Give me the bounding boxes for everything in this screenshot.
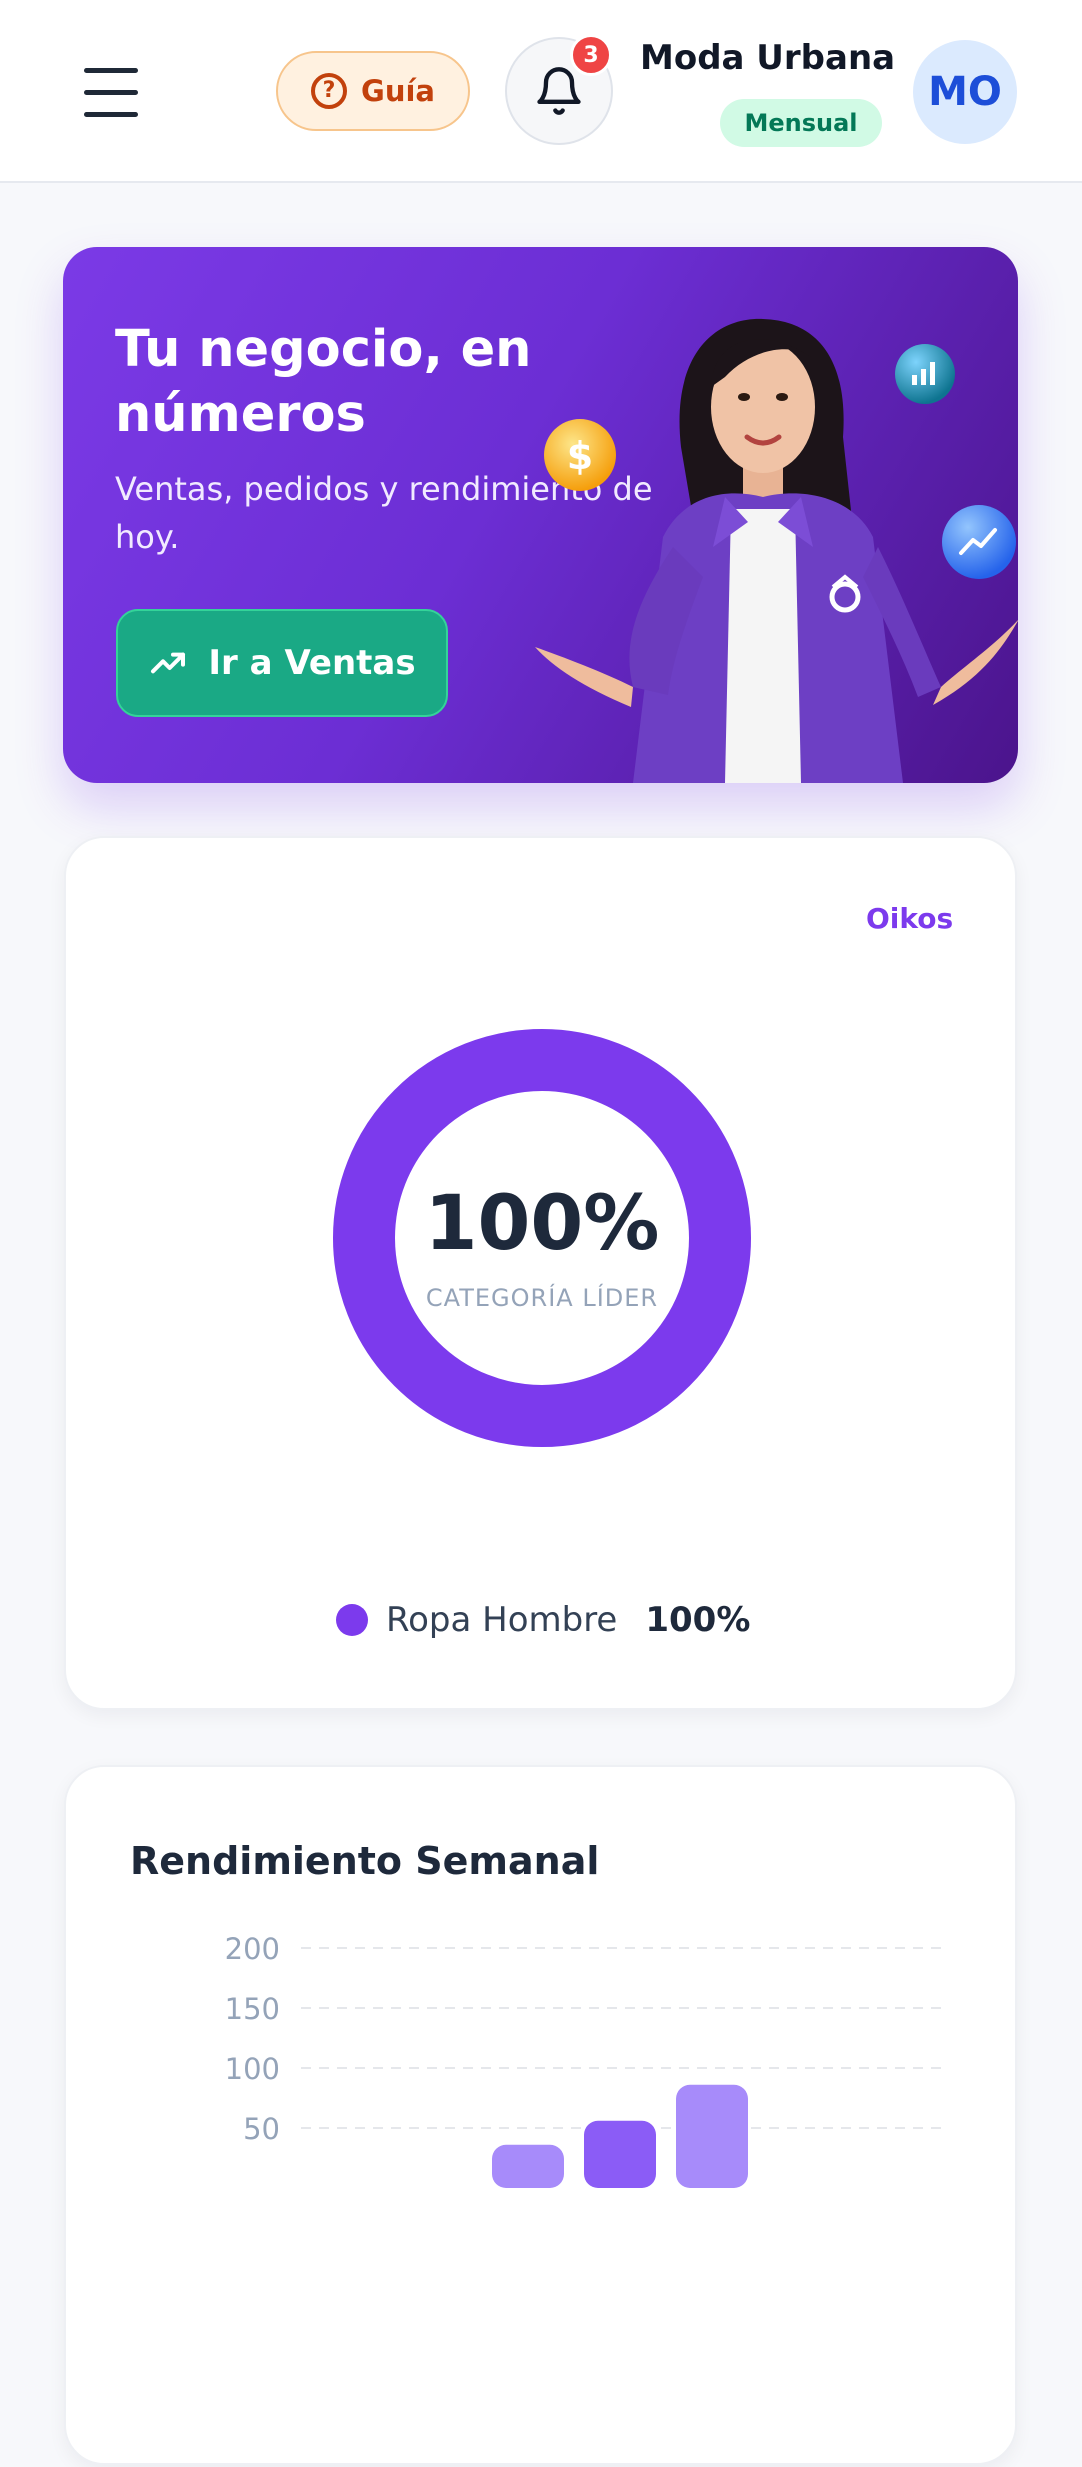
- chart-legend: Ropa Hombre 100%: [336, 1600, 750, 1640]
- hamburger-menu-icon[interactable]: [84, 68, 138, 118]
- svg-text:$: $: [567, 434, 593, 478]
- hero-banner: Tu negocio, en números Ventas, pedidos y…: [63, 247, 1018, 783]
- top-bar: ? Guía 3 Moda Urbana Mensual MO: [0, 0, 1082, 183]
- bell-icon: [537, 67, 581, 115]
- weekly-performance-card: Rendimiento Semanal 200 150 100 50: [64, 1765, 1017, 2465]
- hero-illustration: $: [535, 318, 1018, 783]
- y-tick-label: 200: [225, 1932, 280, 1966]
- guide-button-label: Guía: [361, 74, 435, 108]
- category-card: Oikos 100% CATEGORÍA LÍDER Ropa Hombre 1…: [64, 836, 1017, 1710]
- go-to-sales-button[interactable]: Ir a Ventas: [116, 609, 448, 717]
- legend-label: Ropa Hombre: [386, 1600, 618, 1640]
- y-tick-label: 150: [225, 1992, 280, 2026]
- trending-up-icon: [151, 652, 186, 674]
- weekly-bar-2: [584, 2120, 656, 2188]
- donut-center-label: CATEGORÍA LÍDER: [425, 1284, 659, 1312]
- weekly-bar-3: [676, 2084, 748, 2188]
- category-donut-chart: 100% CATEGORÍA LÍDER: [332, 1028, 752, 1448]
- growth-orb-icon: [942, 505, 1016, 579]
- legend-percent: 100%: [645, 1600, 751, 1640]
- brand-logo: Oikos: [866, 902, 954, 935]
- weekly-bar-1: [492, 2144, 564, 2188]
- plan-badge: Mensual: [720, 99, 882, 147]
- guide-button[interactable]: ? Guía: [276, 51, 470, 131]
- shop-name: Moda Urbana: [640, 38, 896, 78]
- go-to-sales-label: Ir a Ventas: [208, 643, 416, 683]
- weekly-bar-chart: 200 150 100 50: [225, 1932, 941, 2188]
- avatar[interactable]: MO: [913, 40, 1017, 144]
- y-tick-label: 100: [225, 2052, 280, 2086]
- y-tick-label: 50: [243, 2112, 280, 2146]
- donut-center-value: 100%: [424, 1178, 660, 1267]
- bar-chart-orb-icon: [895, 344, 955, 404]
- coin-icon: $: [544, 419, 616, 491]
- help-circle-icon: ?: [311, 73, 348, 109]
- notification-count-badge: 3: [570, 34, 612, 76]
- legend-swatch: [336, 1604, 368, 1636]
